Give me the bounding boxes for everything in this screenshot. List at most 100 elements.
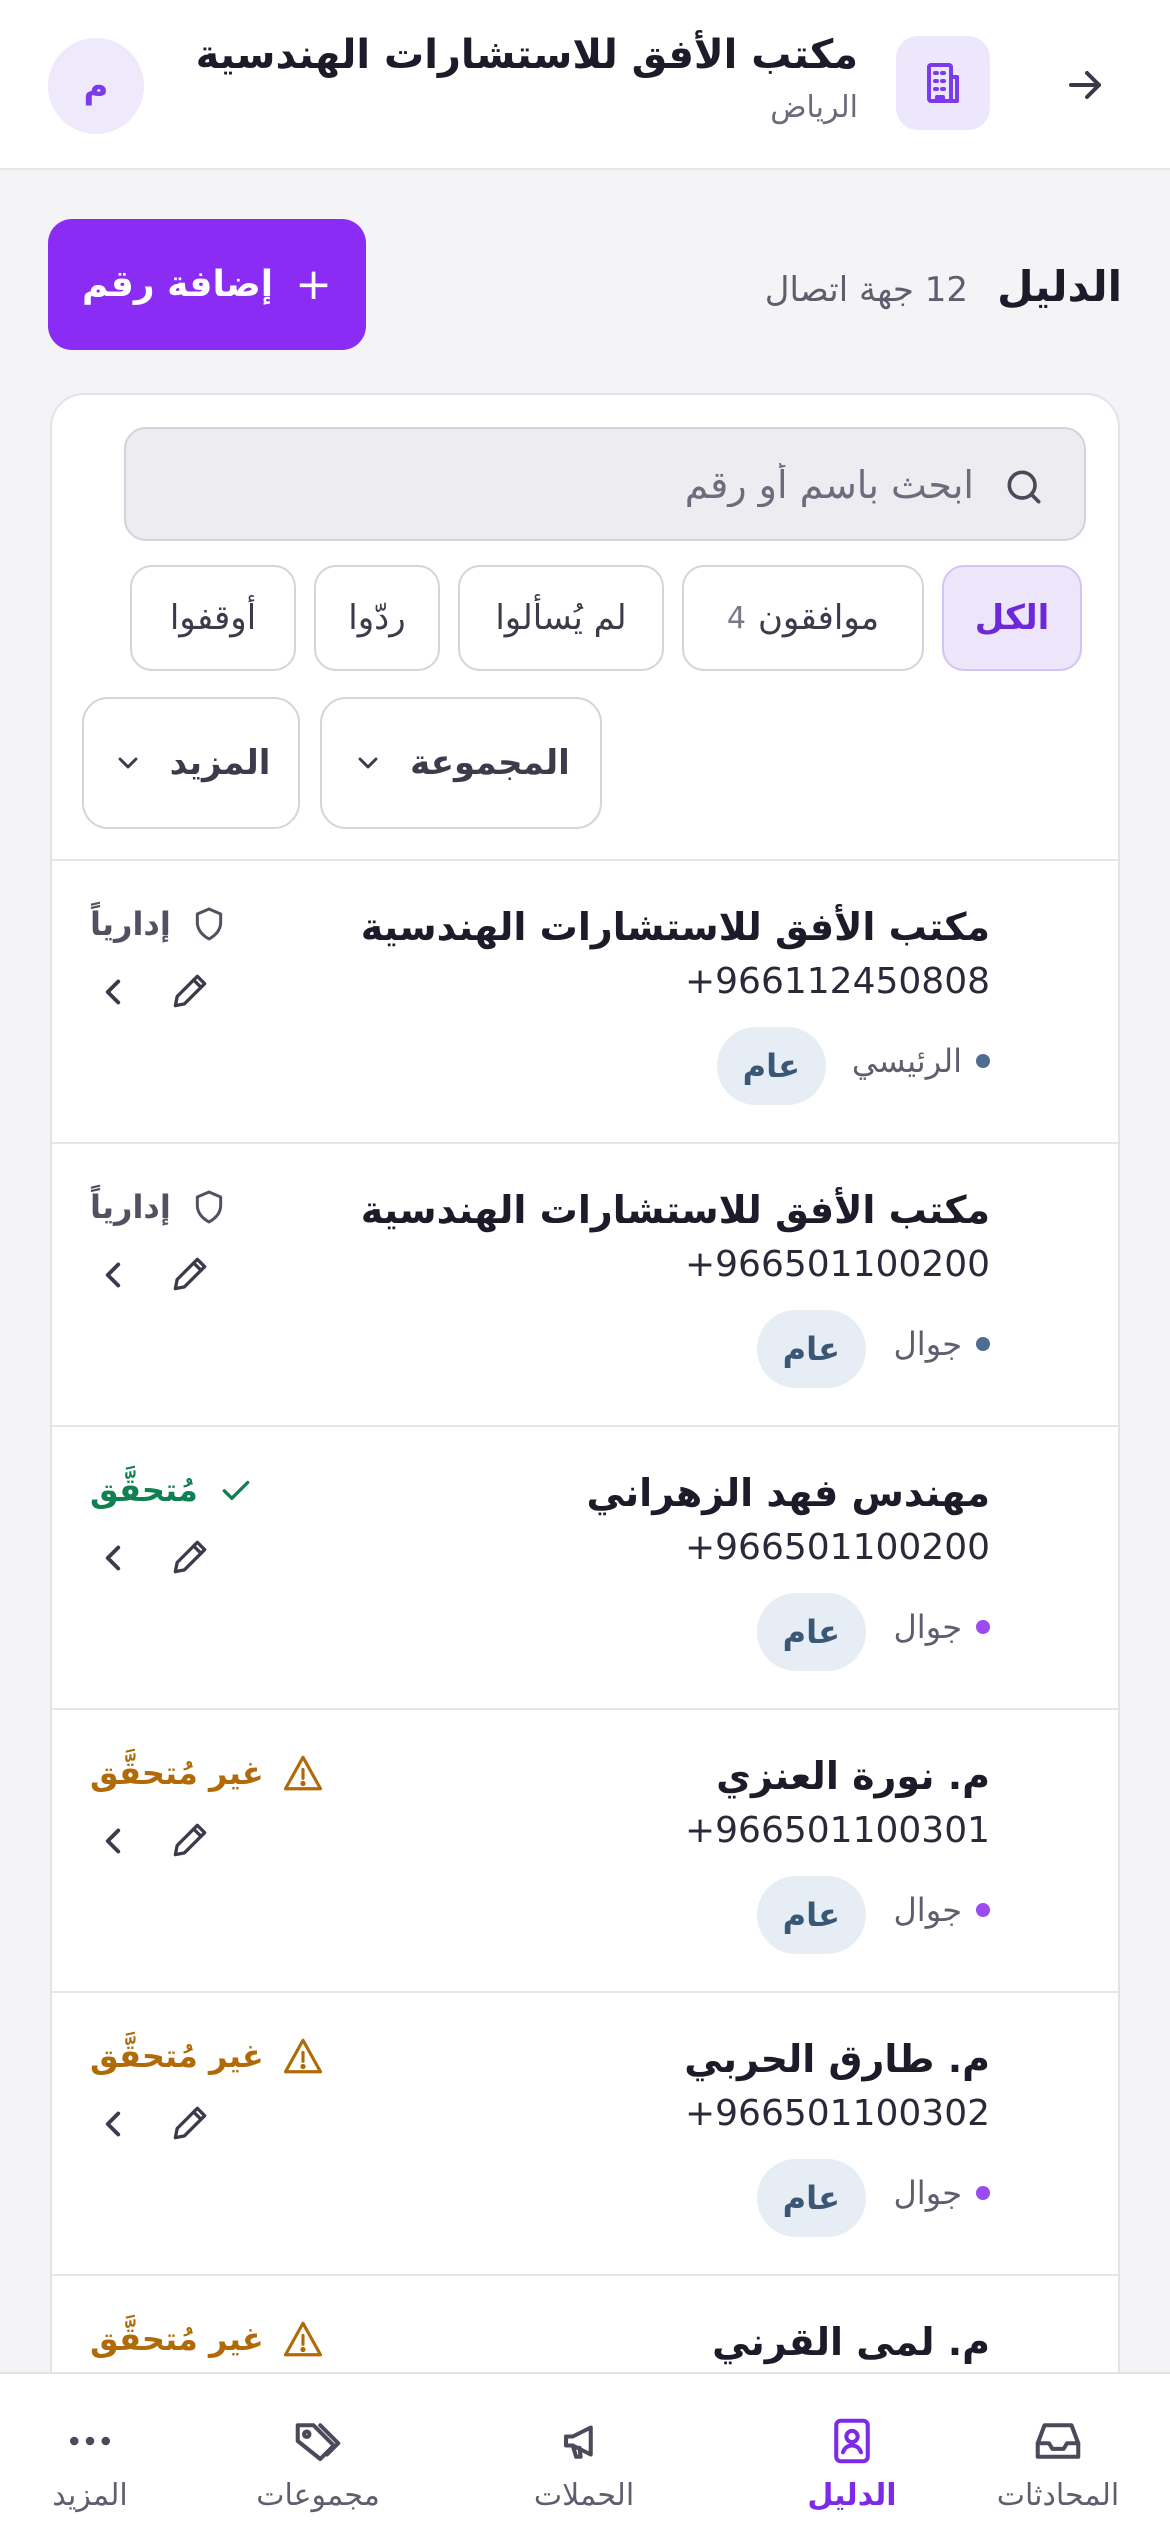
status-badge: غير مُتحقَّق [90,2031,324,2081]
status-label: مُتحقَّق [90,1471,198,1509]
contact-row[interactable]: مكتب الأفق للاستشارات الهندسية +966501100… [52,1142,1118,1425]
contact-name: م. نورة العنزي [716,1754,990,1798]
nav-label: المحادثات [996,2478,1120,2513]
contact-name: مكتب الأفق للاستشارات الهندسية [360,905,990,949]
contact-name: م. لمى القرني [712,2320,990,2364]
contact-type: جوال [894,1607,990,1647]
contact-tag: عام [756,1310,866,1388]
group-dropdown[interactable]: المجموعة [320,697,602,829]
status-badge: مُتحقَّق [90,1465,256,1515]
avatar[interactable]: م [48,38,144,134]
type-dot [976,2186,990,2200]
back-button[interactable] [1050,50,1120,120]
chevron-left-icon[interactable] [92,1254,134,1296]
add-number-label: إضافة رقم [82,264,274,305]
status-label: غير مُتحقَّق [90,1754,264,1792]
search-box[interactable] [124,427,1086,541]
filter-chip-all[interactable]: الكل [942,565,1082,671]
contact-type-label: جوال [893,1891,962,1929]
filter-chip-label: الكل [974,598,1050,638]
arrow-right-icon [1069,71,1101,99]
warning-icon [283,2321,322,2357]
nav-item-campaigns[interactable]: الحملات [484,2374,684,2532]
nav-label: الحملات [533,2478,635,2513]
filter-chip-not-asked[interactable]: لم يُسألوا [458,565,664,671]
chevron-left-icon[interactable] [92,1537,134,1579]
chevron-left-icon[interactable] [92,2103,134,2145]
contact-type: جوال [894,1324,990,1364]
tags-icon [295,2423,341,2462]
contact-type-label: جوال [893,2174,962,2212]
contact-phone: +966501100301 [684,1810,990,1851]
contact-type-label: الرئيسي [851,1042,962,1080]
contact-row[interactable]: مهندس فهد الزهراني +966501100200 جوال عام مُ… [52,1425,1118,1708]
contact-type: جوال [894,1890,990,1930]
check-icon [222,1480,250,1500]
app-header: مكتب الأفق للاستشارات الهندسية الرياض م [0,0,1170,170]
nav-label: مجموعات [256,2478,380,2513]
contact-type-label: جوال [893,1325,962,1363]
contact-phone: +966501100200 [684,1244,990,1285]
bottom-navigation: المحادثات الدليل الحملات مجموعات المزيد [0,2372,1170,2532]
contact-phone: +966501100302 [684,2093,990,2134]
search-icon [1007,470,1041,504]
contact-tag: عام [756,1593,866,1671]
warning-icon [283,2038,322,2074]
nav-label: الدليل [807,2478,897,2513]
type-dot [976,1620,990,1634]
warning-icon [283,1755,322,1791]
contact-phone: +966501100200 [684,1527,990,1568]
organization-icon-box [896,36,990,130]
filter-chip-count: 4 [726,600,746,636]
nav-label: المزيد [52,2478,128,2513]
group-dropdown-label: المجموعة [410,743,570,783]
megaphone-icon [563,2425,593,2459]
status-badge: غير مُتحقَّق [90,1748,324,1798]
status-label: غير مُتحقَّق [90,2037,264,2075]
status-badge: إدارياً [90,899,229,949]
type-dot [976,1054,990,1068]
contact-book-icon [834,2418,870,2464]
contacts-card: الكل موافقون 4 لم يُسألوا ردّوا أوقفوا ا… [50,393,1120,2532]
directory-title: الدليل [997,262,1122,311]
edit-pencil-icon[interactable] [168,2101,212,2145]
contact-type-label: جوال [893,1608,962,1646]
more-dropdown[interactable]: المزيد [82,697,300,829]
status-badge: غير مُتحقَّق [90,2314,324,2364]
filter-chip-label: أوقفوا [169,598,257,638]
search-input[interactable] [194,453,974,517]
edit-pencil-icon[interactable] [168,969,212,1013]
filter-chip-stopped[interactable]: أوقفوا [130,565,296,671]
shield-icon [195,907,222,941]
contact-name: مهندس فهد الزهراني [586,1471,990,1515]
more-dropdown-label: المزيد [169,743,271,783]
chevron-left-icon[interactable] [92,971,134,1013]
contact-row[interactable]: م. طارق الحربي +966501100302 جوال عام غير مُ… [52,1991,1118,2274]
edit-pencil-icon[interactable] [168,1535,212,1579]
contact-name: م. طارق الحربي [684,2037,990,2081]
nav-item-directory[interactable]: الدليل [752,2374,952,2532]
contact-row[interactable]: م. نورة العنزي +966501100301 جوال عام غير مُ… [52,1708,1118,1991]
status-badge: إدارياً [90,1182,229,1232]
chevron-down-icon [118,757,138,769]
contact-tag: عام [756,2159,866,2237]
filter-chip-consented[interactable]: موافقون 4 [682,565,924,671]
edit-pencil-icon[interactable] [168,1818,212,1862]
add-number-button[interactable]: + إضافة رقم [48,219,366,350]
shield-icon [195,1190,222,1224]
edit-pencil-icon[interactable] [168,1252,212,1296]
nav-item-more[interactable]: المزيد [10,2374,170,2532]
filter-chip-replied[interactable]: ردّوا [314,565,440,671]
contact-tag: عام [756,1876,866,1954]
contact-type: الرئيسي [852,1041,990,1081]
contact-row[interactable]: مكتب الأفق للاستشارات الهندسية +966112450… [52,859,1118,1142]
filter-chip-label: موافقون [757,598,880,638]
more-dots-icon [69,2436,111,2446]
nav-item-conversations[interactable]: المحادثات [958,2374,1158,2532]
type-dot [976,1903,990,1917]
nav-item-groups[interactable]: مجموعات [218,2374,418,2532]
chevron-left-icon[interactable] [92,1820,134,1862]
page-title: مكتب الأفق للاستشارات الهندسية [195,32,858,78]
type-dot [976,1337,990,1351]
contact-type: جوال [894,2173,990,2213]
